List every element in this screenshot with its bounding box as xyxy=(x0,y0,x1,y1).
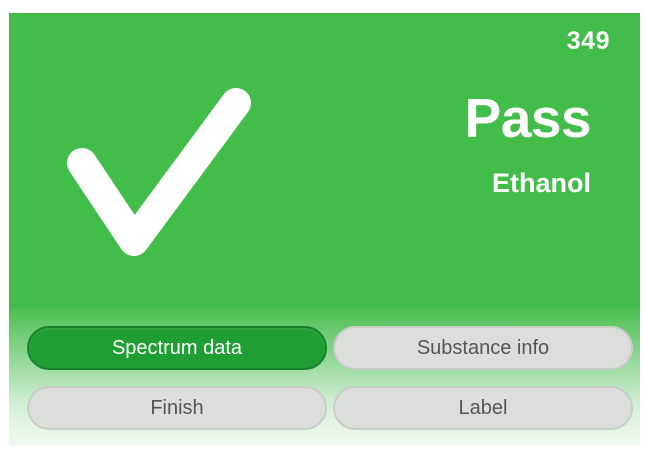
substance-info-button[interactable]: Substance info xyxy=(333,326,633,370)
spectrum-data-button[interactable]: Spectrum data xyxy=(27,326,327,370)
scan-count: 349 xyxy=(566,27,610,55)
result-status: Pass xyxy=(464,87,592,149)
substance-name: Ethanol xyxy=(492,168,591,198)
checkmark-icon xyxy=(67,88,251,256)
label-button[interactable]: Label xyxy=(333,386,633,430)
result-panel: 349 Pass Ethanol xyxy=(9,13,640,308)
result-screen: 349 Pass Ethanol Spectrum data Substance… xyxy=(9,13,640,446)
finish-button[interactable]: Finish xyxy=(27,386,327,430)
action-bar: Spectrum data Substance info Finish Labe… xyxy=(9,308,640,446)
